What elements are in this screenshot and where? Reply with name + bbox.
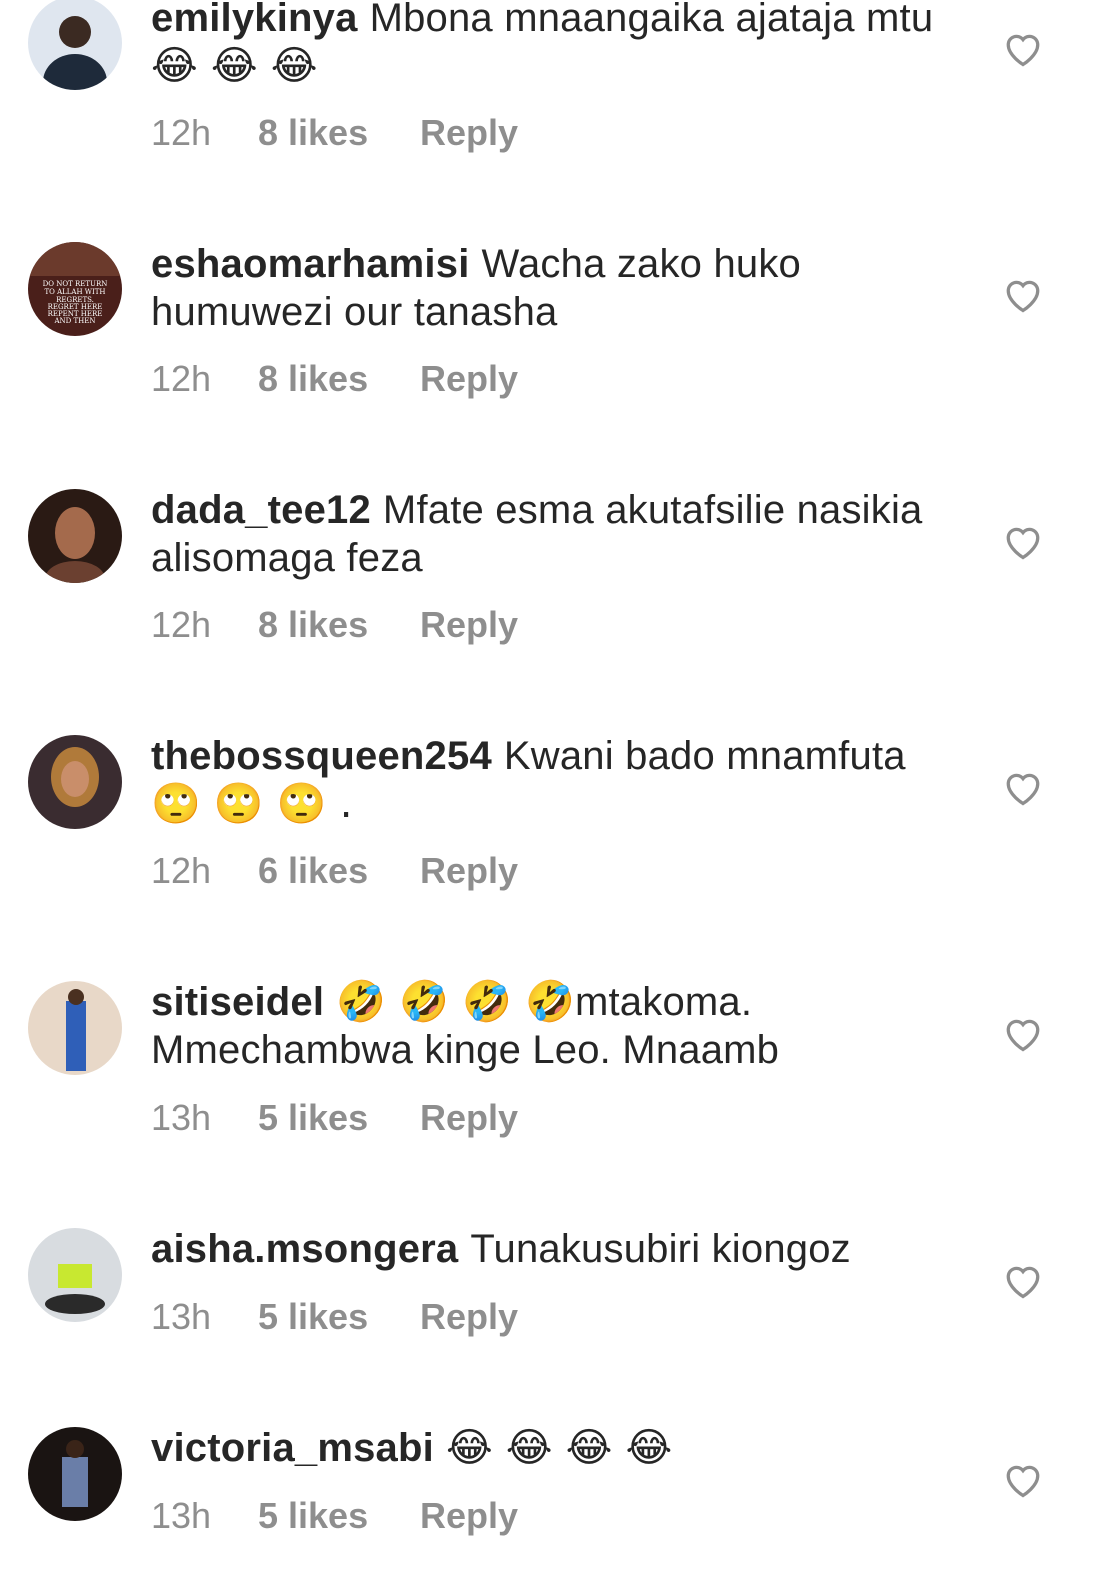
avatar[interactable] xyxy=(28,489,122,583)
heart-outline-icon[interactable] xyxy=(1003,277,1043,313)
likes-count[interactable]: 8 likes xyxy=(258,112,420,154)
username-link[interactable]: eshaomarhamisi xyxy=(151,242,470,286)
likes-count[interactable]: 6 likes xyxy=(258,850,420,892)
heart-outline-icon[interactable] xyxy=(1003,31,1043,67)
timestamp: 13h xyxy=(151,1097,212,1138)
username-link[interactable]: thebossqueen254 xyxy=(151,734,492,778)
comment-text: thebossqueen254 Kwani bado mnamfuta 🙄 🙄 🙄… xyxy=(151,732,951,828)
avatar-text: DO NOT RETURN xyxy=(43,280,108,288)
comment-meta: 12h 8 likes Reply xyxy=(151,112,518,154)
svg-text:AND THEN: AND THEN xyxy=(53,317,95,325)
heart-outline-icon[interactable] xyxy=(1003,770,1043,806)
likes-count[interactable]: 5 likes xyxy=(258,1296,420,1338)
timestamp: 12h xyxy=(151,358,212,399)
likes-count[interactable]: 5 likes xyxy=(258,1495,420,1537)
emoji-text: 😂 😂 😂 😂 xyxy=(445,1425,673,1471)
reply-button[interactable]: Reply xyxy=(420,850,518,892)
comment-meta: 13h 5 likes Reply xyxy=(151,1495,518,1537)
avatar[interactable] xyxy=(28,735,122,829)
heart-outline-icon[interactable] xyxy=(1003,1263,1043,1299)
emoji-text: 🙄 🙄 🙄 . xyxy=(151,781,353,827)
username-link[interactable]: sitiseidel xyxy=(151,980,324,1024)
avatar[interactable] xyxy=(28,1427,122,1521)
timestamp: 12h xyxy=(151,112,212,153)
heart-outline-icon[interactable] xyxy=(1003,524,1043,560)
likes-count[interactable]: 8 likes xyxy=(258,358,420,400)
comment-text: aisha.msongera Tunakusubiri kiongoz xyxy=(151,1225,951,1273)
comment-meta: 12h 8 likes Reply xyxy=(151,358,518,400)
reply-button[interactable]: Reply xyxy=(420,1495,518,1537)
comment-text: dada_tee12 Mfate esma akutafsilie nasikia… xyxy=(151,486,951,582)
comment-text: emilykinya Mbona mnaangaika ajataja mtu 😂… xyxy=(151,0,951,90)
heart-outline-icon[interactable] xyxy=(1003,1016,1043,1052)
timestamp: 13h xyxy=(151,1296,212,1337)
emoji-text: 🤣 🤣 🤣 🤣 xyxy=(336,979,575,1025)
comment-meta: 12h 8 likes Reply xyxy=(151,604,518,646)
username-link[interactable]: aisha.msongera xyxy=(151,1227,458,1271)
timestamp: 12h xyxy=(151,604,212,645)
reply-button[interactable]: Reply xyxy=(420,604,518,646)
comment-meta: 12h 6 likes Reply xyxy=(151,850,518,892)
timestamp: 12h xyxy=(151,850,212,891)
comment-body: Mbona mnaangaika ajataja mtu xyxy=(369,0,934,40)
comment-text: sitiseidel 🤣 🤣 🤣 🤣mtakoma. Mmechambwa kin… xyxy=(151,978,951,1074)
likes-count[interactable]: 8 likes xyxy=(258,604,420,646)
comment-meta: 13h 5 likes Reply xyxy=(151,1296,518,1338)
svg-text:TO ALLAH WITH: TO ALLAH WITH xyxy=(44,288,105,296)
username-link[interactable]: dada_tee12 xyxy=(151,488,371,532)
reply-button[interactable]: Reply xyxy=(420,112,518,154)
reply-button[interactable]: Reply xyxy=(420,358,518,400)
heart-outline-icon[interactable] xyxy=(1003,1462,1043,1498)
comment-text: victoria_msabi 😂 😂 😂 😂 xyxy=(151,1424,951,1472)
avatar[interactable] xyxy=(28,0,122,90)
comment-meta: 13h 5 likes Reply xyxy=(151,1097,518,1139)
reply-button[interactable]: Reply xyxy=(420,1296,518,1338)
reply-button[interactable]: Reply xyxy=(420,1097,518,1139)
avatar[interactable] xyxy=(28,1228,122,1322)
likes-count[interactable]: 5 likes xyxy=(258,1097,420,1139)
comment-text: eshaomarhamisi Wacha zako huko humuwezi o… xyxy=(151,240,951,336)
username-link[interactable]: victoria_msabi xyxy=(151,1426,434,1470)
avatar[interactable] xyxy=(28,981,122,1075)
comment-body: Tunakusubiri kiongoz xyxy=(470,1227,851,1271)
username-link[interactable]: emilykinya xyxy=(151,0,358,40)
timestamp: 13h xyxy=(151,1495,212,1536)
avatar[interactable]: DO NOT RETURN TO ALLAH WITH REGRETS. REG… xyxy=(28,242,122,336)
comment-body: Kwani bado mnamfuta xyxy=(503,734,906,778)
emoji-text: 😂 😂 😂 xyxy=(151,43,318,89)
